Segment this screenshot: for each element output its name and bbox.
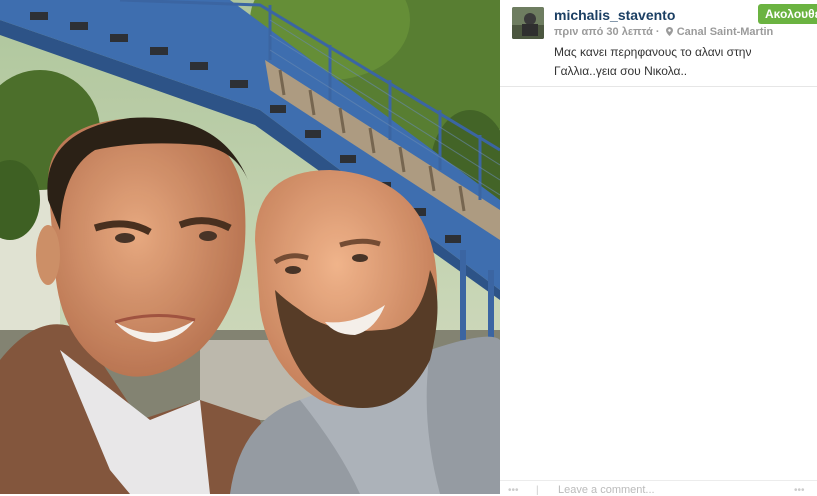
post-header: michalis_stavento πριν από 30 λεπτά · Ca…: [500, 0, 817, 87]
like-icon[interactable]: •••: [508, 485, 519, 496]
more-options-icon[interactable]: •••: [794, 485, 805, 496]
post-meta: πριν από 30 λεπτά · Canal Saint-Martin: [554, 26, 774, 38]
location-link[interactable]: Canal Saint-Martin: [677, 26, 774, 38]
follow-button[interactable]: Ακολουθείτε: [758, 4, 817, 24]
map-pin-icon: [665, 27, 673, 36]
avatar[interactable]: [512, 7, 544, 39]
username-link[interactable]: michalis_stavento: [554, 7, 675, 23]
post-photo[interactable]: [0, 0, 500, 494]
post-sidebar: michalis_stavento πριν από 30 λεπτά · Ca…: [500, 0, 817, 496]
post-time[interactable]: πριν από 30 λεπτά: [554, 26, 653, 38]
comment-bar: ••• | Leave a comment... •••: [500, 480, 817, 496]
comment-input[interactable]: Leave a comment...: [558, 484, 655, 496]
post-caption: Μας κανει περηφανους το αλανι στην Γαλλι…: [554, 45, 752, 78]
divider-icon: |: [536, 485, 539, 496]
